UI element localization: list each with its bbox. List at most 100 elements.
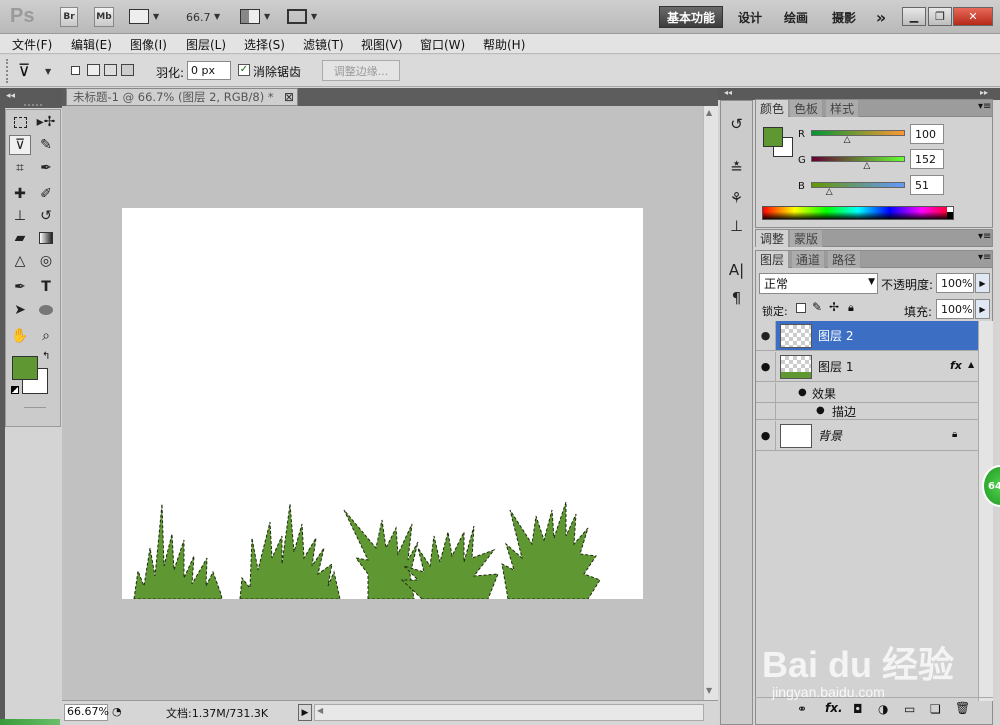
lock-transparency-icon[interactable] <box>796 303 806 313</box>
brush-tool-icon[interactable]: ✐ <box>35 184 57 204</box>
zoom-percent-field[interactable]: 66.67% <box>64 704 109 721</box>
add-selection-icon[interactable] <box>87 64 100 76</box>
zoom-level[interactable]: 66.7 <box>186 11 211 24</box>
visibility-eye-icon[interactable]: ● <box>756 352 776 381</box>
visibility-eye-icon[interactable]: ● <box>756 421 776 450</box>
expand-right-icon[interactable]: ▸▸ <box>980 88 988 97</box>
stroke-effect-row[interactable]: ● 描边 <box>756 402 978 420</box>
channel-r-handle-icon[interactable]: △ <box>844 135 851 145</box>
brush-presets-panel-icon[interactable]: ⚘ <box>721 185 752 211</box>
color-panel-menu-icon[interactable]: ▾≡ <box>978 101 991 112</box>
collapse-effects-icon[interactable]: ▲ <box>968 360 974 369</box>
layers-scrollbar[interactable] <box>978 321 993 701</box>
tool-preset-dropdown-icon[interactable]: ▼ <box>45 67 51 76</box>
bridge-button[interactable]: Br <box>60 7 78 27</box>
history-brush-tool-icon[interactable]: ↺ <box>35 206 57 226</box>
healing-brush-tool-icon[interactable]: ✚ <box>9 184 31 204</box>
scroll-left-icon[interactable]: ◀ <box>317 706 323 715</box>
document-tab[interactable]: 未标题-1 @ 66.7% (图层 2, RGB/8) * <box>66 88 298 106</box>
collapse-arrows-icon[interactable]: ◂◂ <box>6 91 15 101</box>
menu-layer[interactable]: 图层(L) <box>186 36 226 53</box>
lock-position-icon[interactable]: ✢ <box>829 300 839 314</box>
close-window-button[interactable]: ✕ <box>953 7 993 26</box>
channel-r-value[interactable]: 100 <box>910 124 944 144</box>
subtract-selection-icon[interactable] <box>104 64 117 76</box>
new-layer-icon[interactable]: ❏ <box>930 702 941 716</box>
menu-file[interactable]: 文件(F) <box>12 36 52 53</box>
tab-color[interactable]: 颜色 <box>756 100 790 117</box>
history-panel-icon[interactable]: ↺ <box>721 111 752 137</box>
zoom-dropdown-icon[interactable]: ▼ <box>214 12 220 21</box>
menu-image[interactable]: 图像(I) <box>130 36 167 53</box>
fill-input[interactable]: 100% <box>936 299 974 319</box>
crop-tool-icon[interactable]: ⌗ <box>9 158 31 178</box>
hand-tool-icon[interactable]: ✋ <box>9 326 31 346</box>
close-document-icon[interactable]: ⊠ <box>284 90 294 104</box>
layers-panel-menu-icon[interactable]: ▾≡ <box>978 252 991 263</box>
screen-mode-dropdown-icon[interactable]: ▼ <box>311 12 317 21</box>
quick-selection-tool-icon[interactable]: ✎ <box>35 135 57 155</box>
menu-view[interactable]: 视图(V) <box>361 36 403 53</box>
add-mask-icon[interactable]: ◘ <box>853 702 863 716</box>
menu-filter[interactable]: 滤镜(T) <box>303 36 344 53</box>
clone-stamp-tool-icon[interactable]: ⊥ <box>9 206 31 226</box>
tab-swatches[interactable]: 色板 <box>790 100 824 117</box>
menu-window[interactable]: 窗口(W) <box>420 36 465 53</box>
status-menu-arrow-icon[interactable]: ▶ <box>298 704 312 721</box>
blur-tool-icon[interactable]: △ <box>9 251 31 271</box>
opacity-arrow-icon[interactable]: ▶ <box>975 273 990 293</box>
paragraph-panel-icon[interactable]: ¶ <box>721 285 752 311</box>
default-colors-icon[interactable] <box>11 386 19 394</box>
mini-bridge-button[interactable]: Mb <box>94 7 114 27</box>
eraser-tool-icon[interactable]: ▰ <box>9 228 31 248</box>
scroll-up-icon[interactable]: ▲ <box>706 108 712 117</box>
feather-input[interactable]: 0 px <box>187 61 231 80</box>
panel-foreground-swatch[interactable] <box>763 127 783 147</box>
foreground-color-swatch[interactable] <box>12 356 38 380</box>
horizontal-scrollbar[interactable]: ◀ <box>314 704 704 721</box>
eyedropper-tool-icon[interactable]: ✒ <box>35 158 57 178</box>
workspace-painting-button[interactable]: 绘画 <box>776 6 816 28</box>
pen-tool-icon[interactable]: ✒ <box>9 277 31 297</box>
effects-eye-icon[interactable]: ● <box>798 387 807 398</box>
toolbox-grip[interactable] <box>24 104 42 106</box>
collapse-left-icon[interactable]: ◂◂ <box>724 88 732 97</box>
visibility-eye-icon[interactable]: ● <box>756 321 776 350</box>
menu-edit[interactable]: 编辑(E) <box>71 36 112 53</box>
tab-layers[interactable]: 图层 <box>756 251 790 268</box>
clone-source-panel-icon[interactable]: ⊥ <box>721 213 752 239</box>
lock-all-icon[interactable]: 🔒︎ <box>848 301 854 315</box>
layer-row-background[interactable]: ● 背景 🔒︎ <box>756 421 978 451</box>
color-spectrum-bar[interactable] <box>762 206 954 220</box>
intersect-selection-icon[interactable] <box>121 64 134 76</box>
arrange-documents-icon[interactable] <box>240 9 260 24</box>
polygonal-lasso-preset-icon[interactable]: ⊽ <box>18 61 30 81</box>
move-tool-icon[interactable]: ▸✢ <box>35 112 57 132</box>
antialias-checkbox[interactable]: ✓ <box>238 64 250 76</box>
arrange-dropdown-icon[interactable]: ▼ <box>264 12 270 21</box>
refine-edge-button[interactable]: 调整边缘... <box>322 60 400 81</box>
channel-g-handle-icon[interactable]: △ <box>863 161 870 171</box>
tab-channels[interactable]: 通道 <box>792 251 826 268</box>
link-layers-icon[interactable]: ⚭ <box>797 702 807 716</box>
menu-select[interactable]: 选择(S) <box>244 36 285 53</box>
channel-b-value[interactable]: 51 <box>910 175 944 195</box>
workspace-design-button[interactable]: 设计 <box>730 6 770 28</box>
opacity-input[interactable]: 100% <box>936 273 974 293</box>
tab-masks[interactable]: 蒙版 <box>790 230 824 247</box>
tab-paths[interactable]: 路径 <box>828 251 862 268</box>
brush-settings-panel-icon[interactable]: ≛ <box>721 155 752 181</box>
layer-effects-fx-icon[interactable]: fx <box>950 359 962 372</box>
menu-help[interactable]: 帮助(H) <box>483 36 525 53</box>
gradient-tool-icon[interactable] <box>35 228 57 248</box>
workspace-essentials-button[interactable]: 基本功能 <box>659 6 723 28</box>
new-selection-icon[interactable] <box>71 66 80 75</box>
stroke-eye-icon[interactable]: ● <box>816 405 825 416</box>
options-grip[interactable] <box>6 59 10 83</box>
minimize-button[interactable]: ▁ <box>902 7 926 26</box>
delete-layer-icon[interactable]: 🗑︎ <box>955 701 970 715</box>
marquee-tool-icon[interactable] <box>9 112 31 132</box>
adjustment-layer-icon[interactable]: ◑ <box>878 702 888 716</box>
polygonal-lasso-tool-icon[interactable]: ⊽ <box>9 135 31 155</box>
fill-arrow-icon[interactable]: ▶ <box>975 299 990 319</box>
